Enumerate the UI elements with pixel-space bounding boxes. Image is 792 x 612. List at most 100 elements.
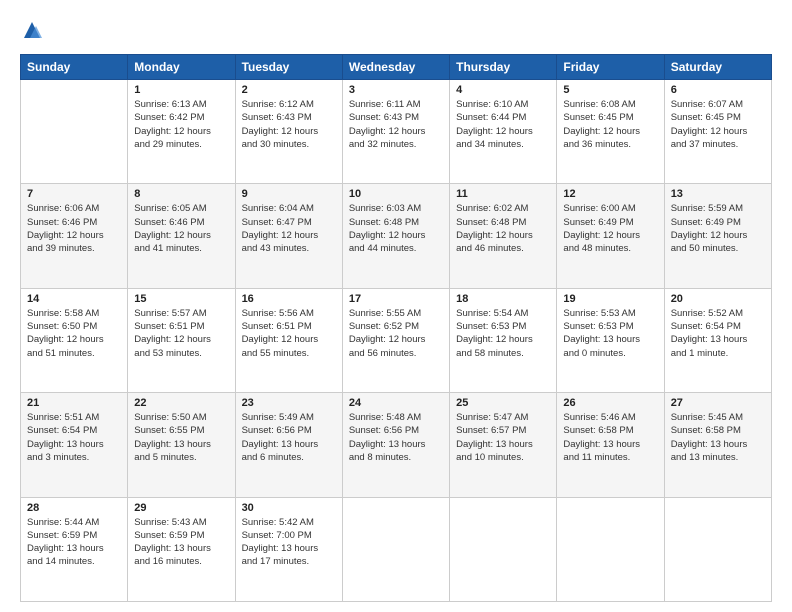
- calendar-cell: 9 Sunrise: 6:04 AM Sunset: 6:47 PM Daylig…: [235, 184, 342, 288]
- day-header-tuesday: Tuesday: [235, 55, 342, 80]
- day-header-monday: Monday: [128, 55, 235, 80]
- calendar-cell: 3 Sunrise: 6:11 AM Sunset: 6:43 PM Daylig…: [342, 80, 449, 184]
- day-header-saturday: Saturday: [664, 55, 771, 80]
- day-number: 9: [242, 188, 336, 200]
- calendar-week-1: 1 Sunrise: 6:13 AM Sunset: 6:42 PM Daylig…: [21, 80, 772, 184]
- day-number: 25: [456, 397, 550, 409]
- day-info: Sunrise: 6:04 AM Sunset: 6:47 PM Dayligh…: [242, 202, 336, 255]
- day-header-thursday: Thursday: [450, 55, 557, 80]
- calendar-cell: 7 Sunrise: 6:06 AM Sunset: 6:46 PM Daylig…: [21, 184, 128, 288]
- day-info: Sunrise: 5:51 AM Sunset: 6:54 PM Dayligh…: [27, 411, 121, 464]
- day-info: Sunrise: 6:10 AM Sunset: 6:44 PM Dayligh…: [456, 98, 550, 151]
- day-number: 30: [242, 502, 336, 514]
- day-number: 16: [242, 293, 336, 305]
- day-number: 21: [27, 397, 121, 409]
- day-info: Sunrise: 5:56 AM Sunset: 6:51 PM Dayligh…: [242, 307, 336, 360]
- day-info: Sunrise: 5:54 AM Sunset: 6:53 PM Dayligh…: [456, 307, 550, 360]
- day-number: 15: [134, 293, 228, 305]
- calendar-cell: 15 Sunrise: 5:57 AM Sunset: 6:51 PM Dayli…: [128, 288, 235, 392]
- calendar-cell: [664, 497, 771, 601]
- calendar-cell: 25 Sunrise: 5:47 AM Sunset: 6:57 PM Dayli…: [450, 393, 557, 497]
- calendar-cell: 21 Sunrise: 5:51 AM Sunset: 6:54 PM Dayli…: [21, 393, 128, 497]
- calendar-cell: 26Sunrise: 5:46 AM Sunset: 6:58 PM Dayli…: [557, 393, 664, 497]
- day-header-sunday: Sunday: [21, 55, 128, 80]
- day-info: Sunrise: 5:47 AM Sunset: 6:57 PM Dayligh…: [456, 411, 550, 464]
- calendar-cell: 10Sunrise: 6:03 AM Sunset: 6:48 PM Dayli…: [342, 184, 449, 288]
- day-info: Sunrise: 6:06 AM Sunset: 6:46 PM Dayligh…: [27, 202, 121, 255]
- calendar-cell: 30 Sunrise: 5:42 AM Sunset: 7:00 PM Dayli…: [235, 497, 342, 601]
- day-info: Sunrise: 6:08 AM Sunset: 6:45 PM Dayligh…: [563, 98, 657, 151]
- day-number: 29: [134, 502, 228, 514]
- day-info: Sunrise: 5:57 AM Sunset: 6:51 PM Dayligh…: [134, 307, 228, 360]
- calendar-cell: 4 Sunrise: 6:10 AM Sunset: 6:44 PM Daylig…: [450, 80, 557, 184]
- calendar-cell: [557, 497, 664, 601]
- day-number: 1: [134, 84, 228, 96]
- calendar-cell: [450, 497, 557, 601]
- day-number: 6: [671, 84, 765, 96]
- logo-icon: [20, 20, 44, 44]
- day-number: 22: [134, 397, 228, 409]
- calendar-cell: 27Sunrise: 5:45 AM Sunset: 6:58 PM Dayli…: [664, 393, 771, 497]
- calendar-cell: 16 Sunrise: 5:56 AM Sunset: 6:51 PM Dayli…: [235, 288, 342, 392]
- day-number: 28: [27, 502, 121, 514]
- calendar-cell: 29 Sunrise: 5:43 AM Sunset: 6:59 PM Dayli…: [128, 497, 235, 601]
- day-number: 4: [456, 84, 550, 96]
- day-info: Sunrise: 5:59 AM Sunset: 6:49 PM Dayligh…: [671, 202, 765, 255]
- day-info: Sunrise: 6:13 AM Sunset: 6:42 PM Dayligh…: [134, 98, 228, 151]
- calendar-cell: 18 Sunrise: 5:54 AM Sunset: 6:53 PM Dayli…: [450, 288, 557, 392]
- calendar-table: SundayMondayTuesdayWednesdayThursdayFrid…: [20, 54, 772, 602]
- calendar-cell: 19 Sunrise: 5:53 AM Sunset: 6:53 PM Dayli…: [557, 288, 664, 392]
- calendar-cell: [342, 497, 449, 601]
- day-number: 11: [456, 188, 550, 200]
- day-number: 12: [563, 188, 657, 200]
- day-number: 3: [349, 84, 443, 96]
- header: [20, 20, 772, 44]
- calendar-week-3: 14 Sunrise: 5:58 AM Sunset: 6:50 PM Dayli…: [21, 288, 772, 392]
- day-info: Sunrise: 6:11 AM Sunset: 6:43 PM Dayligh…: [349, 98, 443, 151]
- day-number: 19: [563, 293, 657, 305]
- day-info: Sunrise: 6:05 AM Sunset: 6:46 PM Dayligh…: [134, 202, 228, 255]
- day-number: 14: [27, 293, 121, 305]
- day-info: Sunrise: 5:48 AM Sunset: 6:56 PM Dayligh…: [349, 411, 443, 464]
- calendar-cell: 20Sunrise: 5:52 AM Sunset: 6:54 PM Dayli…: [664, 288, 771, 392]
- day-number: 17: [349, 293, 443, 305]
- calendar-cell: 28 Sunrise: 5:44 AM Sunset: 6:59 PM Dayli…: [21, 497, 128, 601]
- day-number: 5: [563, 84, 657, 96]
- day-number: 18: [456, 293, 550, 305]
- calendar-cell: 13 Sunrise: 5:59 AM Sunset: 6:49 PM Dayli…: [664, 184, 771, 288]
- calendar-cell: [21, 80, 128, 184]
- calendar-cell: 2 Sunrise: 6:12 AM Sunset: 6:43 PM Daylig…: [235, 80, 342, 184]
- calendar-cell: 5 Sunrise: 6:08 AM Sunset: 6:45 PM Daylig…: [557, 80, 664, 184]
- day-info: Sunrise: 6:03 AM Sunset: 6:48 PM Dayligh…: [349, 202, 443, 255]
- page: SundayMondayTuesdayWednesdayThursdayFrid…: [0, 0, 792, 612]
- calendar-header-row: SundayMondayTuesdayWednesdayThursdayFrid…: [21, 55, 772, 80]
- day-header-wednesday: Wednesday: [342, 55, 449, 80]
- day-number: 26: [563, 397, 657, 409]
- day-number: 13: [671, 188, 765, 200]
- logo: [20, 20, 50, 44]
- day-info: Sunrise: 6:00 AM Sunset: 6:49 PM Dayligh…: [563, 202, 657, 255]
- calendar-cell: 24Sunrise: 5:48 AM Sunset: 6:56 PM Dayli…: [342, 393, 449, 497]
- calendar-cell: 8Sunrise: 6:05 AM Sunset: 6:46 PM Daylig…: [128, 184, 235, 288]
- day-number: 7: [27, 188, 121, 200]
- day-info: Sunrise: 5:49 AM Sunset: 6:56 PM Dayligh…: [242, 411, 336, 464]
- calendar-week-4: 21 Sunrise: 5:51 AM Sunset: 6:54 PM Dayli…: [21, 393, 772, 497]
- day-info: Sunrise: 5:45 AM Sunset: 6:58 PM Dayligh…: [671, 411, 765, 464]
- day-info: Sunrise: 5:52 AM Sunset: 6:54 PM Dayligh…: [671, 307, 765, 360]
- day-info: Sunrise: 6:02 AM Sunset: 6:48 PM Dayligh…: [456, 202, 550, 255]
- day-info: Sunrise: 6:12 AM Sunset: 6:43 PM Dayligh…: [242, 98, 336, 151]
- calendar-week-5: 28 Sunrise: 5:44 AM Sunset: 6:59 PM Dayli…: [21, 497, 772, 601]
- calendar-cell: 22Sunrise: 5:50 AM Sunset: 6:55 PM Dayli…: [128, 393, 235, 497]
- day-number: 2: [242, 84, 336, 96]
- calendar-cell: 14 Sunrise: 5:58 AM Sunset: 6:50 PM Dayli…: [21, 288, 128, 392]
- day-info: Sunrise: 5:42 AM Sunset: 7:00 PM Dayligh…: [242, 516, 336, 569]
- calendar-cell: 11 Sunrise: 6:02 AM Sunset: 6:48 PM Dayli…: [450, 184, 557, 288]
- day-info: Sunrise: 5:44 AM Sunset: 6:59 PM Dayligh…: [27, 516, 121, 569]
- calendar-cell: 12 Sunrise: 6:00 AM Sunset: 6:49 PM Dayli…: [557, 184, 664, 288]
- day-info: Sunrise: 5:58 AM Sunset: 6:50 PM Dayligh…: [27, 307, 121, 360]
- day-info: Sunrise: 5:43 AM Sunset: 6:59 PM Dayligh…: [134, 516, 228, 569]
- day-header-friday: Friday: [557, 55, 664, 80]
- calendar-cell: 1 Sunrise: 6:13 AM Sunset: 6:42 PM Daylig…: [128, 80, 235, 184]
- day-info: Sunrise: 5:53 AM Sunset: 6:53 PM Dayligh…: [563, 307, 657, 360]
- calendar-cell: 6Sunrise: 6:07 AM Sunset: 6:45 PM Daylig…: [664, 80, 771, 184]
